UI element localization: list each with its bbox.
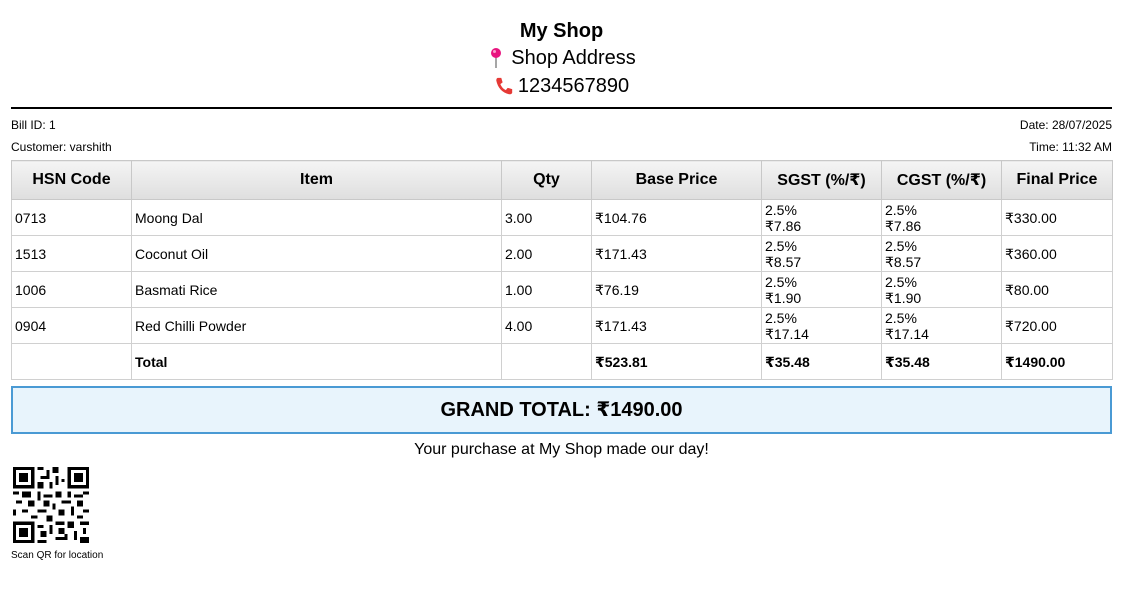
total-label: Total: [131, 343, 502, 380]
shop-name: My Shop: [519, 20, 604, 42]
table-row: 1513 Coconut Oil 2.00 ₹171.43 2.5% ₹8.57 …: [11, 235, 1113, 272]
base-price-cell: ₹171.43: [591, 307, 762, 344]
item-cell: Moong Dal: [131, 199, 502, 236]
cgst-amount: ₹1.90: [885, 289, 922, 306]
bill-date: Date: 28/07/2025: [1019, 118, 1112, 132]
cgst-percent: 2.5%: [885, 273, 917, 290]
sgst-amount: ₹8.57: [765, 253, 802, 270]
total-cgst: ₹35.48: [881, 343, 1002, 380]
total-empty-cell: [501, 343, 592, 380]
thank-you-message: Your purchase at My Shop made our day!: [414, 441, 709, 458]
sgst-cell: 2.5% ₹7.86: [761, 199, 882, 236]
sgst-amount: ₹17.14: [765, 325, 809, 342]
qty-cell: 3.00: [501, 199, 592, 236]
qty-cell: 1.00: [501, 271, 592, 308]
cgst-cell: 2.5% ₹8.57: [881, 235, 1002, 272]
sgst-cell: 2.5% ₹8.57: [761, 235, 882, 272]
header-item: Item: [131, 160, 502, 200]
header-hsn-code: HSN Code: [11, 160, 132, 200]
base-price-cell: ₹171.43: [591, 235, 762, 272]
table-row: 1006 Basmati Rice 1.00 ₹76.19 2.5% ₹1.90 …: [11, 271, 1113, 308]
grand-total: GRAND TOTAL: ₹1490.00: [11, 386, 1112, 434]
cgst-cell: 2.5% ₹1.90: [881, 271, 1002, 308]
shop-phone: 1234567890: [517, 75, 630, 97]
base-price-cell: ₹76.19: [591, 271, 762, 308]
table-row: 0904 Red Chilli Powder 4.00 ₹171.43 2.5%…: [11, 307, 1113, 344]
pin-icon: [491, 48, 502, 68]
header-sgst: SGST (%/₹): [761, 160, 882, 200]
qr-caption: Scan QR for location: [11, 550, 104, 561]
final-price-cell: ₹720.00: [1001, 307, 1113, 344]
cgst-amount: ₹8.57: [885, 253, 922, 270]
hsn-cell: 1006: [11, 271, 132, 308]
cgst-percent: 2.5%: [885, 309, 917, 326]
total-sgst: ₹35.48: [761, 343, 882, 380]
total-row: Total ₹523.81 ₹35.48 ₹35.48 ₹1490.00: [11, 343, 1113, 380]
phone-icon: [496, 77, 513, 95]
hsn-cell: 0904: [11, 307, 132, 344]
hsn-cell: 0713: [11, 199, 132, 236]
total-final-price: ₹1490.00: [1001, 343, 1113, 380]
sgst-amount: ₹1.90: [765, 289, 802, 306]
qty-cell: 4.00: [501, 307, 592, 344]
item-cell: Basmati Rice: [131, 271, 502, 308]
sgst-percent: 2.5%: [765, 273, 797, 290]
shop-address-line: Shop Address: [0, 44, 1123, 72]
header-cgst: CGST (%/₹): [881, 160, 1002, 200]
shop-phone-line: 1234567890: [0, 72, 1123, 100]
cgst-amount: ₹17.14: [885, 325, 929, 342]
receipt-header: My Shop Shop Address 1234567890: [0, 18, 1123, 100]
final-price-cell: ₹360.00: [1001, 235, 1113, 272]
cgst-percent: 2.5%: [885, 237, 917, 254]
header-base-price: Base Price: [591, 160, 762, 200]
table-row: 0713 Moong Dal 3.00 ₹104.76 2.5% ₹7.86 2.…: [11, 199, 1113, 236]
sgst-cell: 2.5% ₹1.90: [761, 271, 882, 308]
sgst-amount: ₹7.86: [765, 217, 802, 234]
cgst-cell: 2.5% ₹17.14: [881, 307, 1002, 344]
qty-cell: 2.00: [501, 235, 592, 272]
qr-code-icon[interactable]: [13, 467, 89, 543]
header-final-price: Final Price: [1001, 160, 1113, 200]
total-empty-cell: [11, 343, 132, 380]
bill-time: Time: 11:32 AM: [1029, 140, 1112, 154]
cgst-cell: 2.5% ₹7.86: [881, 199, 1002, 236]
sgst-percent: 2.5%: [765, 237, 797, 254]
shop-address: Shop Address: [511, 47, 636, 69]
final-price-cell: ₹80.00: [1001, 271, 1113, 308]
sgst-percent: 2.5%: [765, 201, 797, 218]
base-price-cell: ₹104.76: [591, 199, 762, 236]
sgst-cell: 2.5% ₹17.14: [761, 307, 882, 344]
item-cell: Coconut Oil: [131, 235, 502, 272]
customer-name: Customer: varshith: [11, 140, 112, 154]
header-qty: Qty: [501, 160, 592, 200]
final-price-cell: ₹330.00: [1001, 199, 1113, 236]
hsn-cell: 1513: [11, 235, 132, 272]
table-header-row: HSN Code Item Qty Base Price SGST (%/₹) …: [11, 160, 1113, 200]
items-table: HSN Code Item Qty Base Price SGST (%/₹) …: [11, 160, 1113, 380]
cgst-percent: 2.5%: [885, 201, 917, 218]
item-cell: Red Chilli Powder: [131, 307, 502, 344]
total-base-price: ₹523.81: [591, 343, 762, 380]
sgst-percent: 2.5%: [765, 309, 797, 326]
cgst-amount: ₹7.86: [885, 217, 922, 234]
bill-id: Bill ID: 1: [11, 118, 56, 132]
header-divider: [11, 107, 1112, 109]
